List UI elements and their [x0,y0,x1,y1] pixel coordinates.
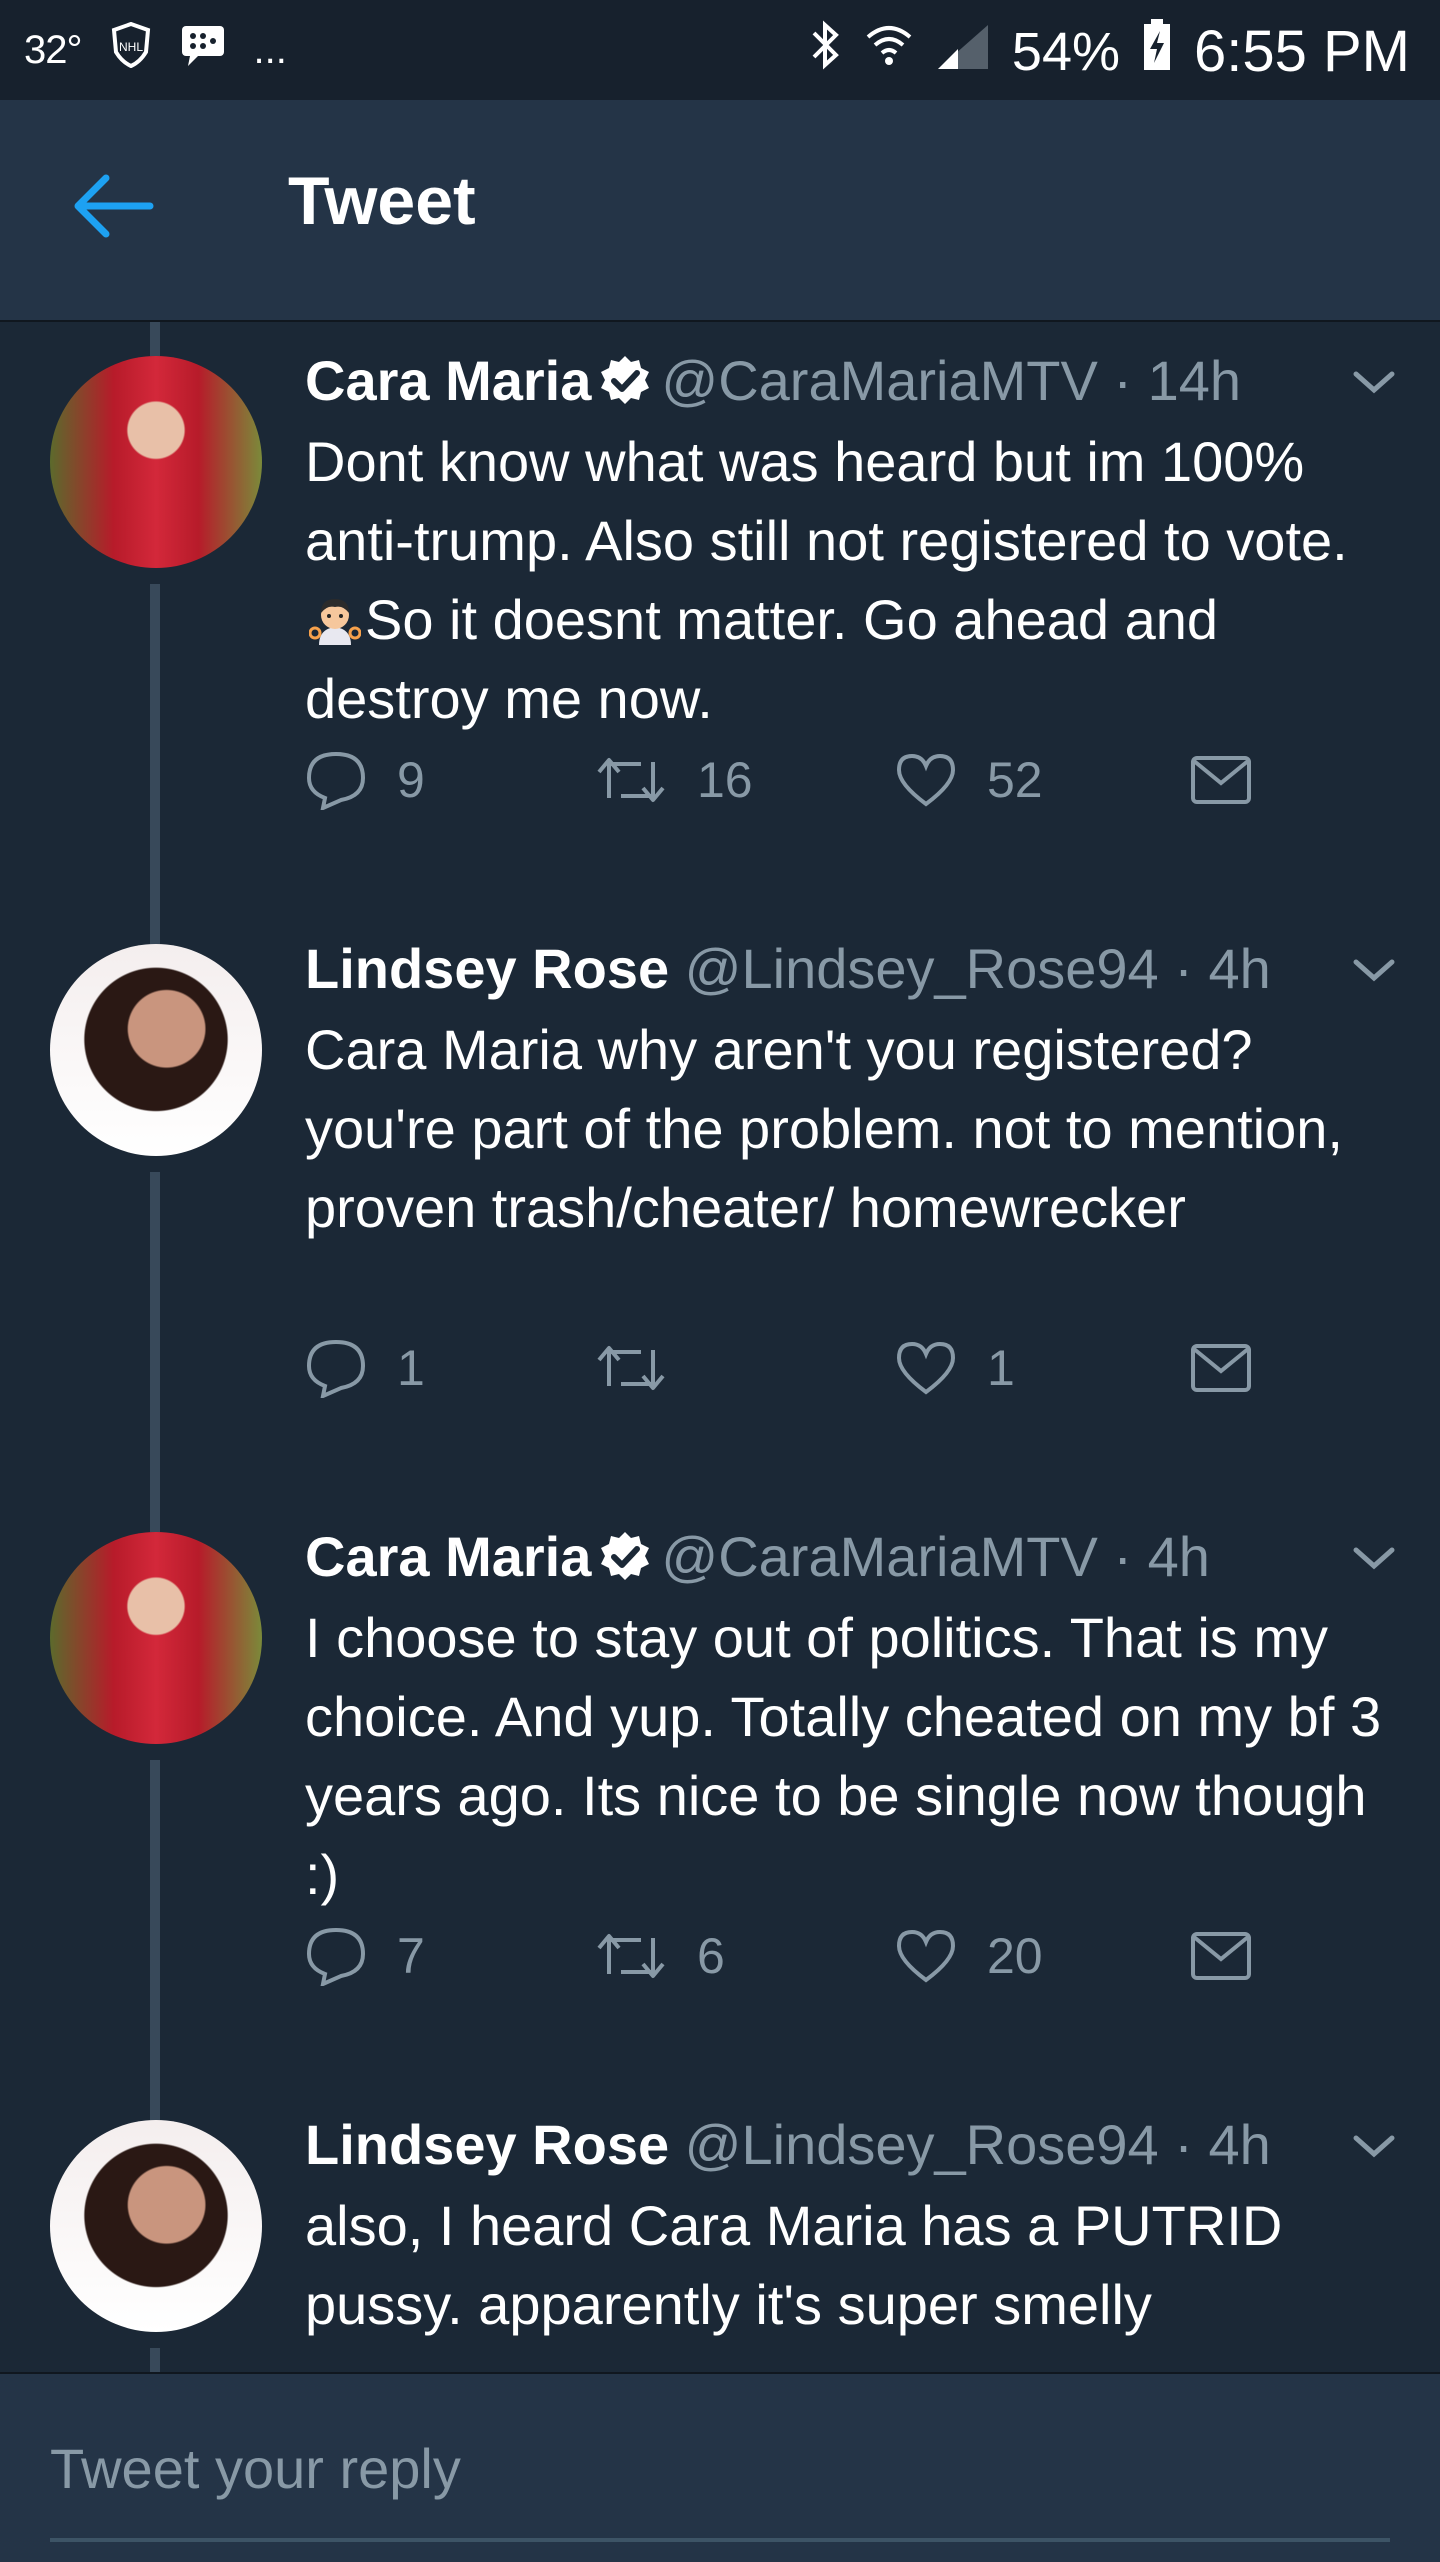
like-count: 52 [987,752,1043,808]
reply-button[interactable]: 1 [305,1338,425,1398]
direct-message-button[interactable] [1190,755,1252,805]
battery-charging-icon [1142,19,1172,84]
tweet-menu-chevron-icon[interactable] [1350,956,1398,986]
temperature-label: 32° [24,27,82,72]
bbm-chat-icon [180,24,226,76]
author-handle[interactable]: @Lindsey_Rose94 · 4h [685,2113,1271,2176]
thread-connector [150,1172,160,1498]
reply-composer: Tweet your reply [0,2372,1440,2562]
verified-badge-icon [599,1530,651,1595]
tweet-item[interactable]: Lindsey Rose @Lindsey_Rose94 · 4h also, … [0,2086,1440,2372]
heart-icon [896,1341,956,1395]
reply-icon [306,1927,366,1986]
avatar[interactable] [50,1532,262,1744]
retweet-button[interactable] [595,1342,697,1394]
tweet-item[interactable]: Cara Maria @CaraMariaMTV · 14h Dont know … [0,322,1440,910]
tweet-menu-chevron-icon[interactable] [1350,368,1398,398]
reply-icon [306,751,366,810]
app-bar: Tweet [0,100,1440,322]
avatar[interactable] [50,944,262,1156]
retweet-icon [597,1934,665,1978]
nhl-shield-icon: NHL [110,21,152,78]
direct-message-button[interactable] [1190,1343,1252,1393]
signal-icon [936,19,990,84]
tweet-thread[interactable]: Cara Maria @CaraMariaMTV · 14h Dont know … [0,322,1440,2372]
like-button[interactable]: 52 [895,751,1043,809]
verified-badge-icon [599,354,651,419]
like-button[interactable]: 1 [895,1339,1015,1397]
author-handle[interactable]: @CaraMariaMTV · 14h [661,349,1241,412]
author-name[interactable]: Lindsey Rose [305,2113,669,2176]
avatar[interactable] [50,2120,262,2332]
like-button[interactable]: 20 [895,1927,1043,1985]
reply-count: 1 [397,1340,425,1396]
like-count: 1 [987,1340,1015,1396]
retweet-count: 16 [697,752,753,808]
avatar[interactable] [50,356,262,568]
reply-button[interactable]: 9 [305,750,425,810]
author-name[interactable]: Cara Maria [305,1525,591,1588]
more-notifications-label: ... [253,27,287,72]
like-count: 20 [987,1928,1043,1984]
thread-connector [150,2086,160,2120]
reply-icon [306,1339,366,1398]
reply-input[interactable]: Tweet your reply [50,2436,461,2501]
envelope-icon [1191,756,1251,804]
envelope-icon [1191,1344,1251,1392]
retweet-button[interactable]: 16 [595,751,753,809]
clock: 6:55 PM [1194,19,1410,84]
tweet-item[interactable]: Cara Maria @CaraMariaMTV · 4h I choose to… [0,1498,1440,2086]
tweet-menu-chevron-icon[interactable] [1350,2132,1398,2162]
thread-connector [150,2348,160,2372]
bluetooth-icon [810,19,842,84]
direct-message-button[interactable] [1190,1931,1252,1981]
retweet-count: 6 [697,1928,725,1984]
tweet-text: Dont know what was heard but im 100% ant… [305,422,1395,738]
svg-text:NHL: NHL [118,40,142,54]
thread-connector [150,584,160,910]
tweet-text: also, I heard Cara Maria has a PUTRID pu… [305,2194,1283,2336]
back-button[interactable] [70,170,160,242]
input-underline [50,2538,1390,2542]
author-handle[interactable]: @Lindsey_Rose94 · 4h [685,937,1271,1000]
heart-icon [896,753,956,807]
status-right: 54% 6:55 PM [810,18,1410,85]
tweet-text-part: Dont know what was heard but im 100% ant… [305,430,1348,572]
author-handle[interactable]: @CaraMariaMTV · 4h [661,1525,1210,1588]
reply-button[interactable]: 7 [305,1926,425,1986]
tweet-header: Lindsey Rose @Lindsey_Rose94 · 4h [305,2112,1271,2177]
thread-connector [150,322,160,356]
thread-connector [150,1498,160,1532]
reply-count: 9 [397,752,425,808]
battery-percent: 54% [1011,21,1120,82]
author-name[interactable]: Lindsey Rose [305,937,669,1000]
thread-connector [150,910,160,944]
status-bar: 32° NHL ... 54% 6:55 PM [0,0,1440,100]
reply-count: 7 [397,1928,425,1984]
tweet-header: Lindsey Rose @Lindsey_Rose94 · 4h [305,936,1271,1001]
envelope-icon [1191,1932,1251,1980]
heart-icon [896,1929,956,1983]
tweet-item[interactable]: Lindsey Rose @Lindsey_Rose94 · 4h Cara M… [0,910,1440,1498]
wifi-icon [864,19,914,84]
person-gesturing-ok-emoji-icon [308,588,362,645]
author-name[interactable]: Cara Maria [305,349,591,412]
tweet-menu-chevron-icon[interactable] [1350,1544,1398,1574]
back-arrow-icon [74,174,154,238]
tweet-text: Cara Maria why aren't you registered? yo… [305,1018,1343,1239]
tweet-text-part: So it doesnt matter. Go ahead and destro… [305,588,1219,730]
tweet-text: I choose to stay out of politics. That i… [305,1606,1382,1906]
retweet-icon [597,758,665,802]
retweet-button[interactable]: 6 [595,1927,725,1985]
status-left: 32° NHL ... [24,21,287,78]
retweet-icon [597,1346,665,1390]
thread-connector [150,1760,160,2086]
tweet-header: Cara Maria @CaraMariaMTV · 14h [305,348,1241,419]
page-title: Tweet [288,163,476,239]
tweet-header: Cara Maria @CaraMariaMTV · 4h [305,1524,1210,1595]
